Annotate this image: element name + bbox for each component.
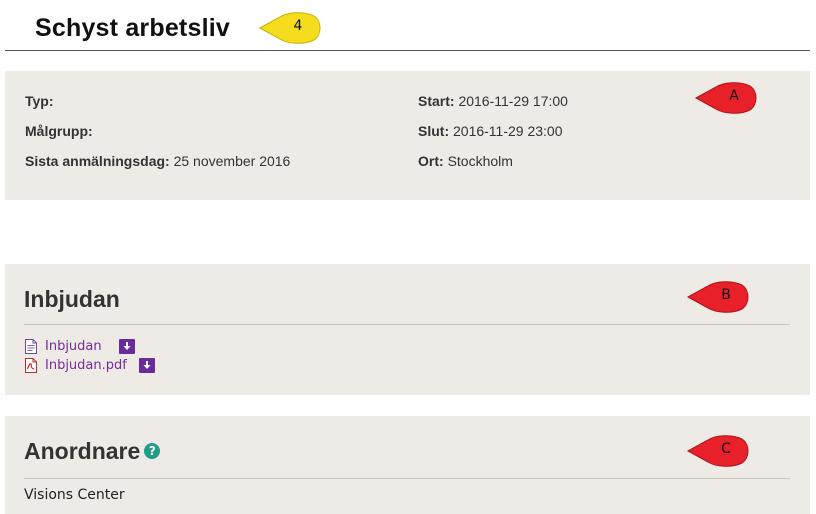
invitation-pdf-link[interactable]: Inbjudan.pdf [45,358,127,373]
end-label: Slut: [418,123,450,139]
pdf-icon [25,357,37,373]
deadline-value: 25 november 2016 [173,153,291,169]
event-info-panel: Typ: Målgrupp: Sista anmälningsdag: 25 n… [5,71,810,200]
document-icon [25,338,37,354]
start-row: Start: 2016-11-29 17:00 [418,93,568,109]
callout-a-label: A [729,88,739,104]
deadline-row: Sista anmälningsdag: 25 november 2016 [25,153,290,169]
help-icon[interactable]: ? [144,442,161,459]
type-row: Typ: [25,93,54,109]
callout-b-label: B [721,287,731,303]
location-label: Ort: [418,153,444,169]
download-icon [143,360,151,369]
callout-step-label: 4 [293,18,303,34]
start-value: 2016-11-29 17:00 [458,93,568,109]
download-icon [123,341,131,350]
file-row-invitation-pdf: Inbjudan.pdf [24,356,155,374]
end-row: Slut: 2016-11-29 23:00 [418,123,563,139]
organizer-title-row: Anordnare? [24,438,161,465]
download-button-invitation-pdf[interactable] [138,357,155,373]
organizer-name: Visions Center [24,487,125,503]
callout-b: B [686,279,750,315]
start-label: Start: [418,93,455,109]
invitation-link[interactable]: Inbjudan [45,339,102,354]
callout-step-4: 4 [258,10,322,46]
callout-c: C [686,433,750,469]
location-value: Stockholm [447,153,513,169]
organizer-title: Anordnare [24,438,141,464]
type-label: Typ: [25,93,54,109]
callout-a: A [694,80,758,116]
invitation-divider [24,324,790,325]
end-value: 2016-11-29 23:00 [453,123,563,139]
file-row-invitation: Inbjudan [24,337,135,355]
organizer-divider [24,478,790,479]
page-title: Schyst arbetsliv [35,14,230,42]
page-header: Schyst arbetsliv [5,0,810,51]
callout-c-label: C [721,441,731,457]
target-group-label: Målgrupp: [25,123,93,139]
invitation-title: Inbjudan [24,286,120,312]
deadline-label: Sista anmälningsdag: [25,153,170,169]
location-row: Ort: Stockholm [418,153,513,169]
download-button-invitation[interactable] [118,338,135,354]
target-group-row: Målgrupp: [25,123,93,139]
